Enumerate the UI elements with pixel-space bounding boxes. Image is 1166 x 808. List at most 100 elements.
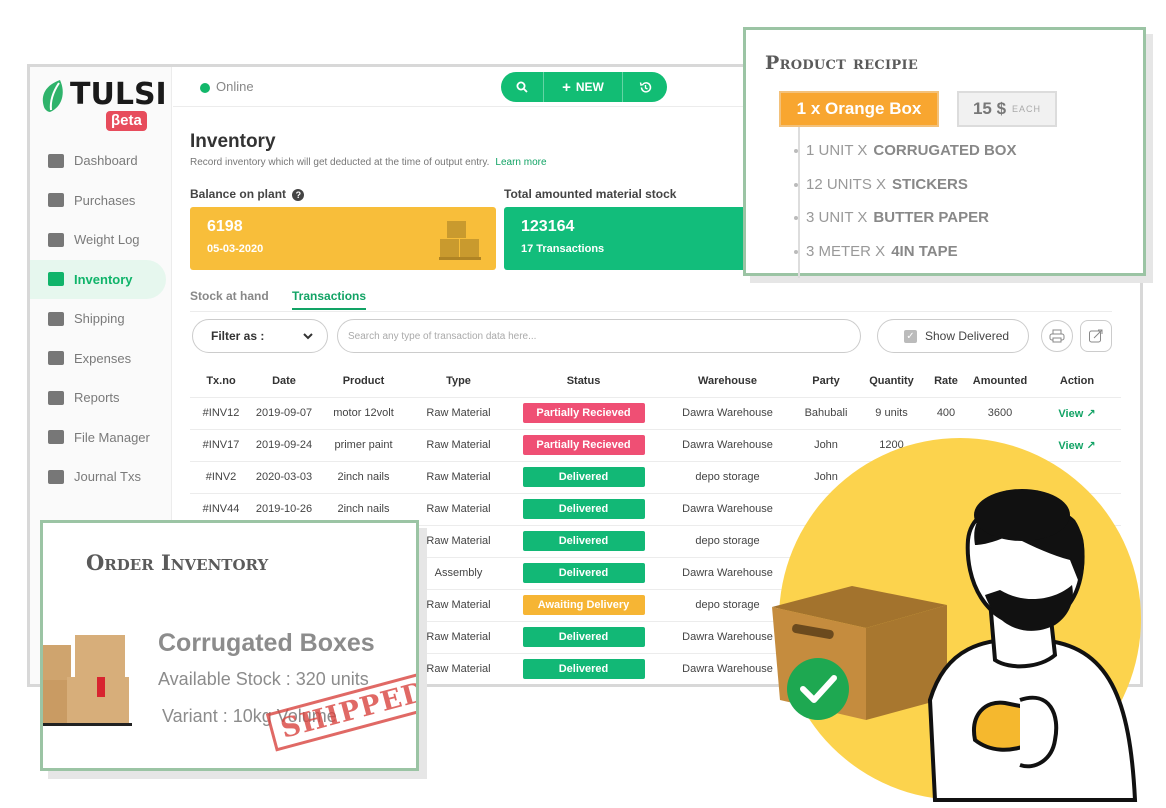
new-button[interactable]: + NEW	[544, 72, 622, 102]
sidebar-item-label: Inventory	[74, 271, 133, 287]
sidebar-item-journal-txs[interactable]: Journal Txs	[30, 457, 171, 497]
inventory-icon	[48, 272, 64, 287]
balance-value: 6198	[207, 218, 243, 235]
pie-chart-icon	[48, 390, 64, 405]
export-button[interactable]	[1080, 320, 1112, 352]
recipe-item-name: 4IN TAPE	[891, 242, 958, 260]
sidebar-item-shipping[interactable]: Shipping	[30, 299, 171, 339]
cell-rate	[925, 588, 967, 621]
online-status-dot	[200, 83, 210, 93]
recipe-item-name: CORRUGATED BOX	[873, 142, 1017, 159]
learn-more-link[interactable]: Learn more	[495, 157, 546, 168]
search-button[interactable]	[501, 72, 543, 102]
cell-amount	[967, 492, 1033, 525]
logo: TULSI βeta	[40, 75, 167, 131]
cell-rate	[925, 492, 967, 525]
filter-dropdown[interactable]: Filter as :	[192, 319, 328, 353]
column-header: Amounted	[972, 374, 1028, 387]
cell-tx: #INV12	[190, 396, 252, 429]
status-badge: Partially Recieved	[522, 435, 645, 455]
column-header: Action	[1059, 374, 1095, 387]
total-transactions: 17 Transactions	[521, 243, 605, 255]
recipe-item-qty: 1 UNIT X	[806, 142, 868, 159]
journal-icon	[48, 469, 64, 484]
cell-type: Raw Material	[411, 428, 506, 461]
show-delivered-toggle[interactable]: ✓ Show Delivered	[877, 319, 1029, 353]
cell-action	[1033, 556, 1121, 589]
cell-type: Raw Material	[411, 396, 506, 429]
cell-status: Delivered	[506, 652, 661, 684]
recipe-item-qty: 12 UNITS X	[806, 175, 887, 193]
plus-icon: +	[562, 78, 571, 96]
search-placeholder: Search any type of transaction data here…	[348, 330, 537, 342]
cell-party	[794, 524, 858, 557]
cell-rate	[925, 460, 967, 493]
sidebar-item-label: Weight Log	[74, 232, 140, 248]
cell-rate	[925, 524, 967, 557]
cell-action	[1033, 652, 1121, 684]
recipe-item: 3 UNIT X BUTTER PAPER	[794, 209, 989, 226]
history-button[interactable]	[623, 72, 667, 102]
sidebar-item-file-manager[interactable]: File Manager	[30, 418, 171, 458]
status-badge: Delivered	[522, 659, 645, 680]
cell-tx: #INV17	[190, 428, 252, 461]
sidebar-item-weight-log[interactable]: Weight Log	[30, 220, 171, 260]
help-icon[interactable]: ?	[292, 189, 305, 201]
status-badge: Delivered	[522, 563, 645, 583]
cell-status: Partially Recieved	[506, 396, 661, 429]
sidebar-item-inventory[interactable]: Inventory	[30, 259, 166, 299]
cell-amount	[967, 652, 1033, 684]
sidebar-item-label: Journal Txs	[74, 469, 141, 485]
cell-party	[794, 556, 858, 589]
total-stock-label: Total amounted material stock	[504, 187, 677, 201]
cell-tx: #INV2	[190, 460, 252, 493]
printer-icon	[1049, 329, 1065, 343]
table-row[interactable]: #INV17 2019-09-24 primer paint Raw Material…	[190, 428, 1121, 461]
status-badge: Delivered	[522, 467, 645, 487]
cell-type: Raw Material	[411, 460, 506, 493]
search-input[interactable]: Search any type of transaction data here…	[337, 319, 861, 353]
sidebar-item-dashboard[interactable]: Dashboard	[30, 141, 171, 181]
status-badge: Partially Recieved	[522, 403, 645, 423]
cell-product: primer paint	[316, 428, 411, 461]
show-delivered-label: Show Delivered	[925, 329, 1010, 343]
cell-action	[1033, 492, 1121, 525]
recipe-item-qty: 3 METER X	[806, 242, 886, 260]
sidebar-item-reports[interactable]: Reports	[30, 378, 171, 418]
tab-stock-at-hand[interactable]: Stock at hand	[190, 289, 269, 303]
cell-party: Bahubali	[794, 396, 858, 429]
leaf-icon	[42, 80, 63, 112]
table-row[interactable]: #INV12 2019-09-07 motor 12volt Raw Material…	[190, 396, 1121, 429]
cell-qty: 9 units	[858, 396, 925, 429]
tab-transactions[interactable]: Transactions	[292, 289, 367, 310]
sidebar-item-label: Dashboard	[74, 153, 138, 169]
receipt-icon	[48, 351, 64, 366]
search-icon	[516, 81, 528, 93]
cell-status: Delivered	[506, 556, 661, 589]
sidebar-item-purchases[interactable]: Purchases	[30, 181, 171, 221]
table-row[interactable]: #INV2 2020-03-03 2inch nails Raw Material De…	[190, 460, 1121, 493]
recipe-item-name: BUTTER PAPER	[873, 209, 989, 226]
balance-date: 05-03-2020	[207, 243, 264, 255]
recipe-title: Product recipie	[765, 52, 919, 74]
status-badge: Delivered	[522, 499, 645, 519]
cell-warehouse: depo storage	[661, 524, 794, 557]
external-link-icon: ↗	[1083, 407, 1096, 420]
table-header-row: Tx.no Date Product Type Status Warehouse Party…	[190, 365, 1121, 397]
online-status: Online	[216, 79, 254, 94]
sidebar-item-expenses[interactable]: Expenses	[30, 339, 171, 379]
cell-type: Raw Material	[411, 492, 506, 525]
checkbox-icon[interactable]: ✓	[904, 329, 917, 343]
recipe-item-qty: 3 UNIT X	[806, 209, 868, 226]
cell-party: John	[794, 460, 858, 493]
order-available-stock: Available Stock : 320 units	[158, 669, 369, 689]
view-link[interactable]: View ↗	[1058, 440, 1095, 452]
column-header: Party	[812, 374, 840, 387]
order-title: Order Inventory	[86, 550, 269, 575]
sidebar-item-label: Reports	[74, 390, 120, 406]
print-button[interactable]	[1041, 320, 1073, 352]
column-header: Date	[272, 374, 296, 387]
order-product-name: Corrugated Boxes	[158, 629, 375, 657]
cell-qty	[858, 588, 925, 621]
view-link[interactable]: View ↗	[1058, 408, 1095, 420]
